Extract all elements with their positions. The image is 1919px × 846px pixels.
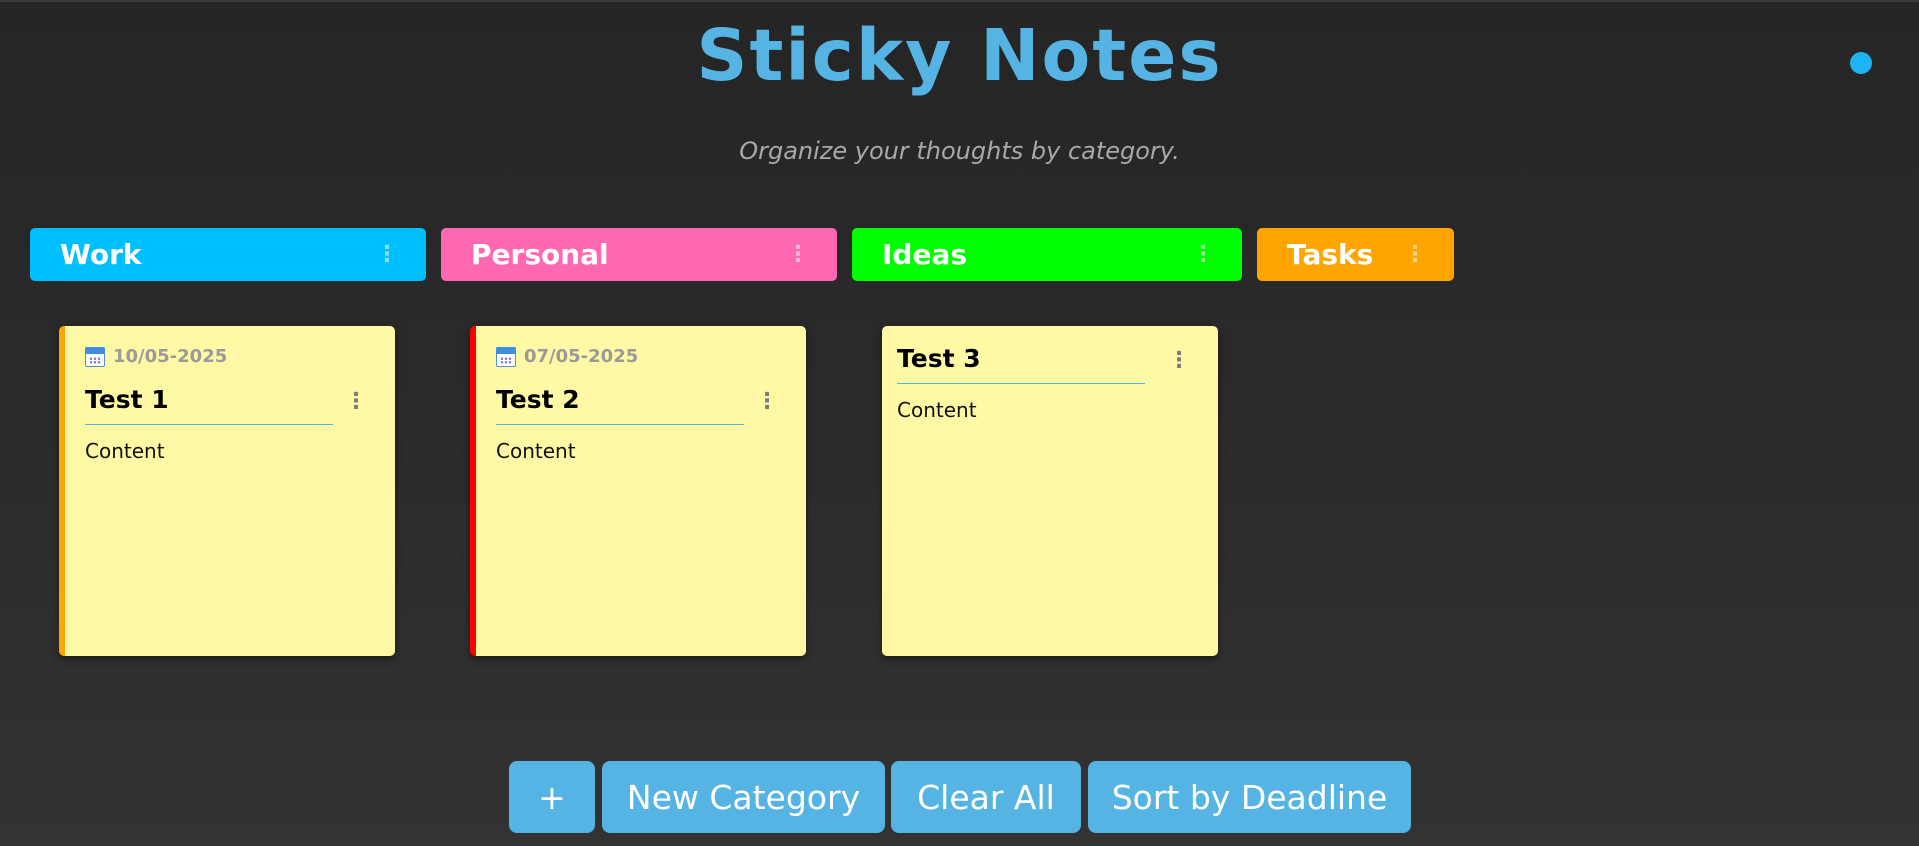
deadline-date: 10/05-2025 — [113, 346, 228, 367]
page-subtitle: Organize your thoughts by category. — [739, 137, 1180, 165]
calendar-icon — [496, 346, 516, 367]
vertical-dots-icon[interactable]: ⋮ — [1168, 348, 1190, 373]
note-content[interactable]: Content — [897, 398, 1202, 422]
category-personal[interactable]: Personal ⋮ — [441, 228, 837, 281]
category-label: Tasks — [1287, 238, 1374, 271]
category-label: Work — [60, 238, 142, 271]
sort-by-deadline-button[interactable]: Sort by Deadline — [1088, 761, 1411, 833]
deadline-date: 07/05-2025 — [524, 346, 639, 367]
note-content[interactable]: Content — [496, 439, 790, 463]
vertical-dots-icon[interactable]: ⋮ — [376, 243, 398, 266]
note-deadline: 10/05-2025 — [85, 346, 379, 367]
category-ideas[interactable]: Ideas ⋮ — [852, 228, 1242, 281]
note-deadline: 07/05-2025 — [496, 346, 790, 367]
clear-all-button[interactable]: Clear All — [891, 761, 1081, 833]
category-label: Personal — [471, 238, 609, 271]
note-card-test-1[interactable]: 10/05-2025 Test 1 ⋮ Content — [59, 326, 395, 656]
vertical-dots-icon[interactable]: ⋮ — [787, 243, 809, 266]
vertical-dots-icon[interactable]: ⋮ — [756, 389, 778, 414]
note-title[interactable]: Test 2 — [496, 385, 744, 425]
new-category-button[interactable]: New Category — [602, 761, 885, 833]
vertical-dots-icon[interactable]: ⋮ — [345, 389, 367, 414]
note-card-test-3[interactable]: Test 3 ⋮ Content — [882, 326, 1218, 656]
vertical-dots-icon[interactable]: ⋮ — [1404, 243, 1426, 266]
theme-toggle-dot[interactable] — [1850, 52, 1872, 74]
add-note-button[interactable]: + — [509, 761, 595, 833]
category-work[interactable]: Work ⋮ — [30, 228, 426, 281]
category-label: Ideas — [882, 238, 968, 271]
calendar-icon — [85, 346, 105, 367]
note-title[interactable]: Test 1 — [85, 385, 333, 425]
note-card-test-2[interactable]: 07/05-2025 Test 2 ⋮ Content — [470, 326, 806, 656]
page-title: Sticky Notes — [696, 14, 1223, 97]
vertical-dots-icon[interactable]: ⋮ — [1192, 243, 1214, 266]
note-content[interactable]: Content — [85, 439, 379, 463]
note-title[interactable]: Test 3 — [897, 344, 1145, 384]
category-tasks[interactable]: Tasks ⋮ — [1257, 228, 1454, 281]
